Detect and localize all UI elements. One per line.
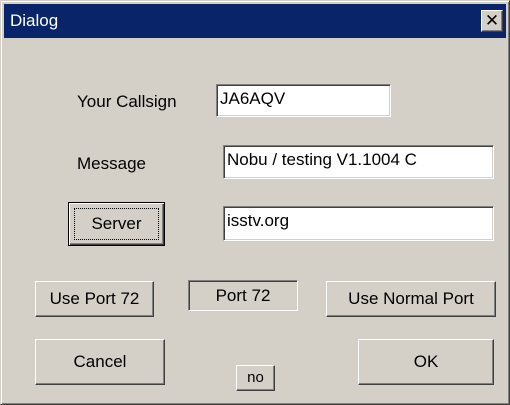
- server-button[interactable]: Server: [68, 202, 165, 246]
- use-normal-port-button[interactable]: Use Normal Port: [326, 281, 496, 317]
- no-button[interactable]: no: [236, 365, 275, 391]
- server-button-label: Server: [91, 214, 142, 233]
- title-bar[interactable]: Dialog ✕: [4, 4, 506, 38]
- message-input[interactable]: Nobu / testing V1.1004 C: [223, 145, 494, 179]
- cancel-button[interactable]: Cancel: [35, 339, 165, 385]
- server-input[interactable]: isstv.org: [223, 206, 494, 241]
- ok-button-label: OK: [413, 352, 439, 371]
- port-status-text: Port 72: [215, 286, 271, 305]
- dialog-window: Dialog ✕ Your Callsign JA6AQV Message No…: [0, 0, 510, 405]
- cancel-button-label: Cancel: [73, 352, 127, 371]
- use-port-72-button[interactable]: Use Port 72: [35, 281, 154, 317]
- close-icon: ✕: [484, 11, 500, 31]
- no-button-label: no: [247, 369, 264, 386]
- ok-button[interactable]: OK: [358, 339, 494, 385]
- message-label: Message: [77, 154, 146, 173]
- close-button[interactable]: ✕: [481, 10, 503, 32]
- window-title: Dialog: [10, 11, 59, 30]
- use-port-72-label: Use Port 72: [49, 289, 140, 308]
- port-status: Port 72: [188, 280, 298, 311]
- callsign-label: Your Callsign: [77, 92, 177, 111]
- callsign-input[interactable]: JA6AQV: [216, 84, 391, 117]
- use-normal-port-label: Use Normal Port: [348, 289, 474, 308]
